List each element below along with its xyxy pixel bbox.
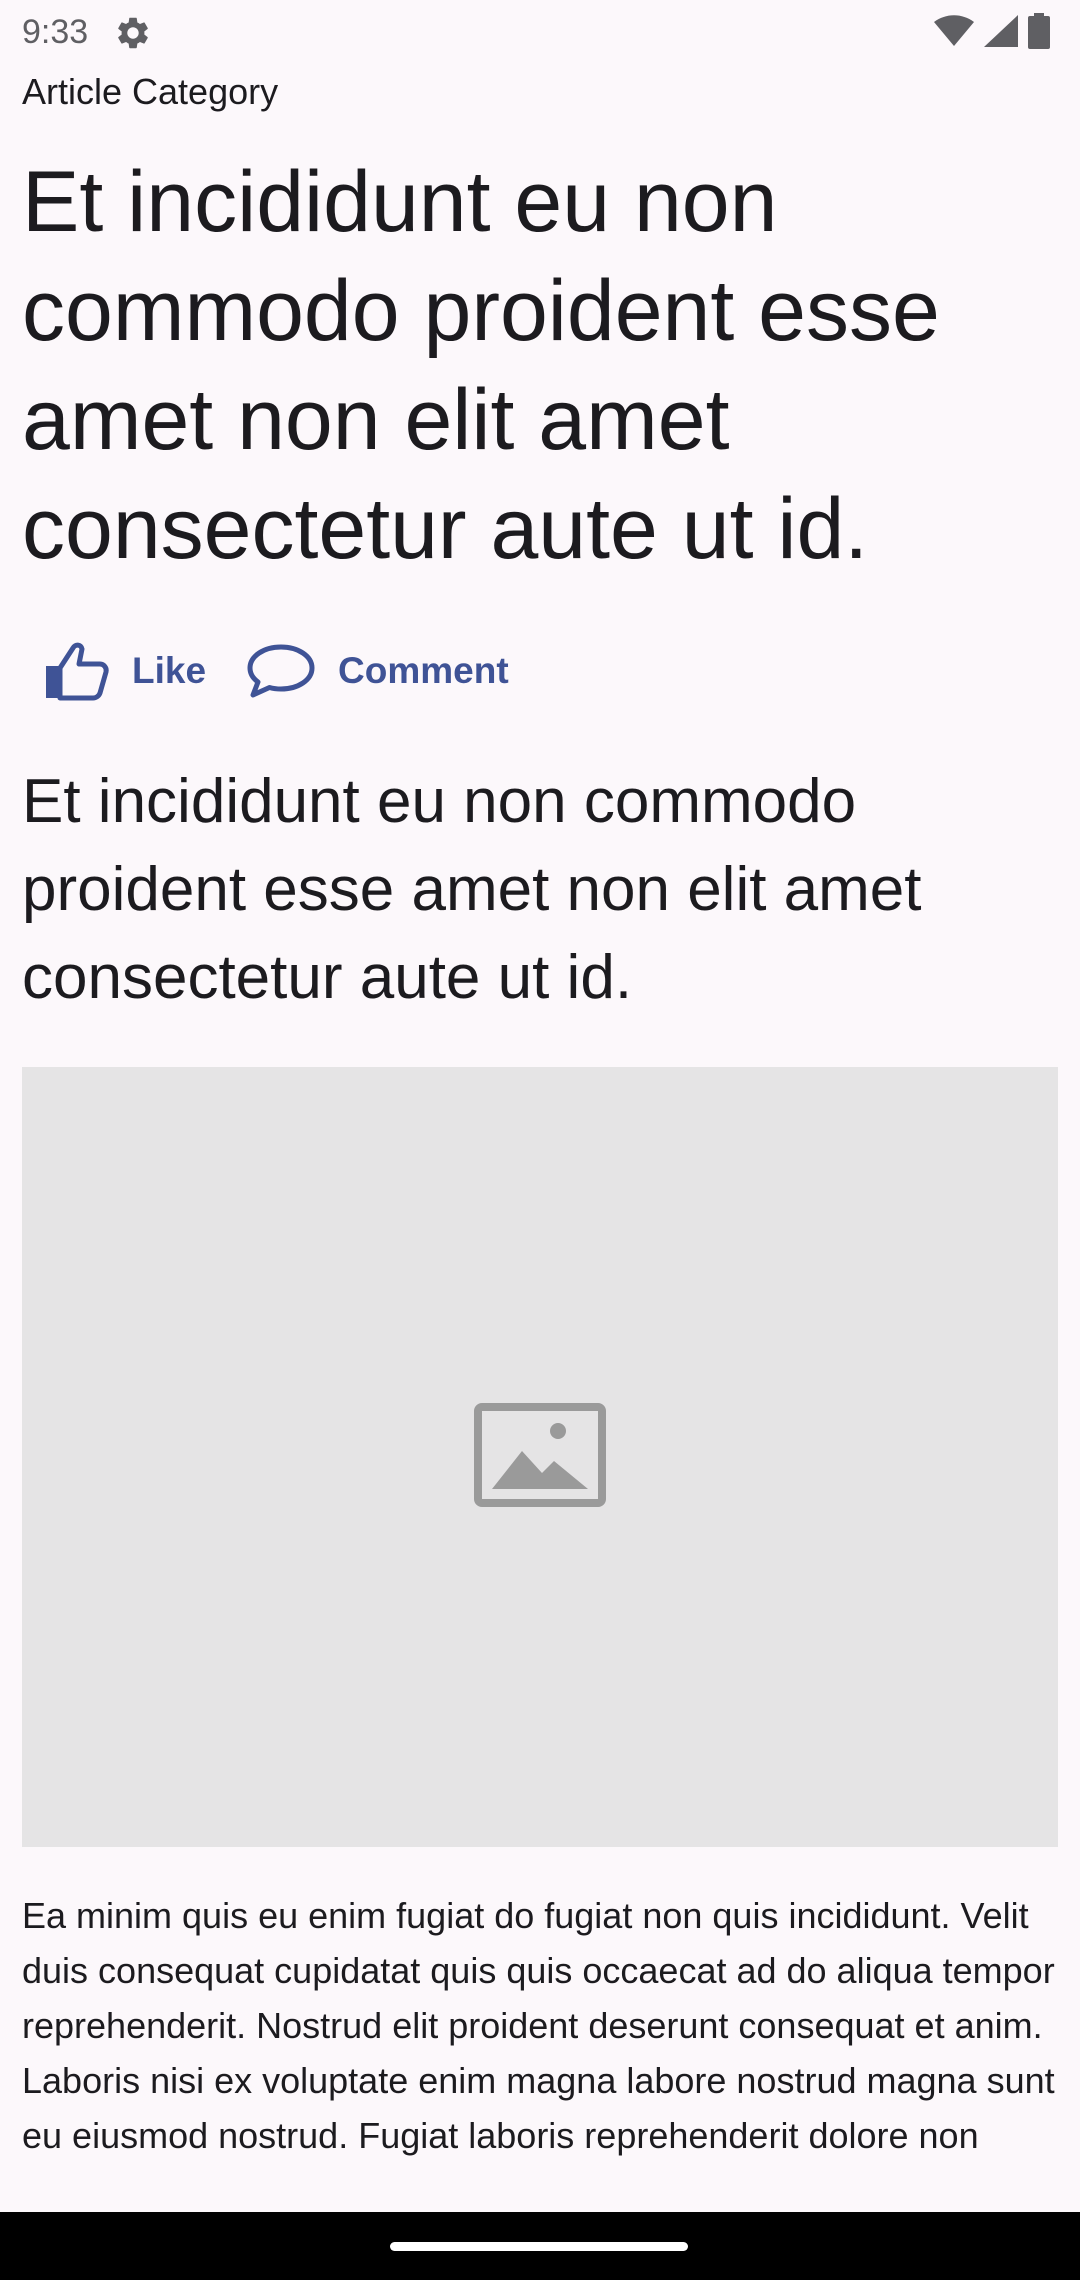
comment-button[interactable]: Comment: [226, 626, 529, 716]
like-button[interactable]: Like: [22, 626, 226, 716]
like-label: Like: [132, 650, 207, 691]
article-category: Article Category: [22, 71, 279, 112]
article-headline: Et incididunt eu non commodo proident es…: [22, 154, 940, 577]
home-gesture-handle[interactable]: [390, 2242, 688, 2251]
image-placeholder-icon: [474, 1402, 606, 1512]
status-time: 9:33: [22, 13, 89, 51]
navigation-bar: [0, 2212, 1080, 2280]
gear-icon: [114, 14, 152, 52]
status-icons: [934, 12, 1050, 54]
battery-icon: [1028, 12, 1050, 54]
comment-label: Comment: [338, 650, 509, 691]
screen: 9:33 Article Category Et incididunt eu n…: [0, 0, 1080, 2280]
comment-icon: [246, 642, 316, 700]
signal-icon: [984, 14, 1018, 52]
article-subheadline: Et incididunt eu non commodo proident es…: [22, 767, 922, 1012]
article-body: Ea minim quis eu enim fugiat do fugiat n…: [22, 1895, 1055, 2156]
article-image: [22, 1067, 1058, 1847]
thumbs-up-icon: [42, 640, 110, 702]
status-bar: 9:33: [0, 0, 1080, 66]
article-actions: Like Comment: [22, 626, 529, 716]
wifi-icon: [934, 14, 974, 52]
